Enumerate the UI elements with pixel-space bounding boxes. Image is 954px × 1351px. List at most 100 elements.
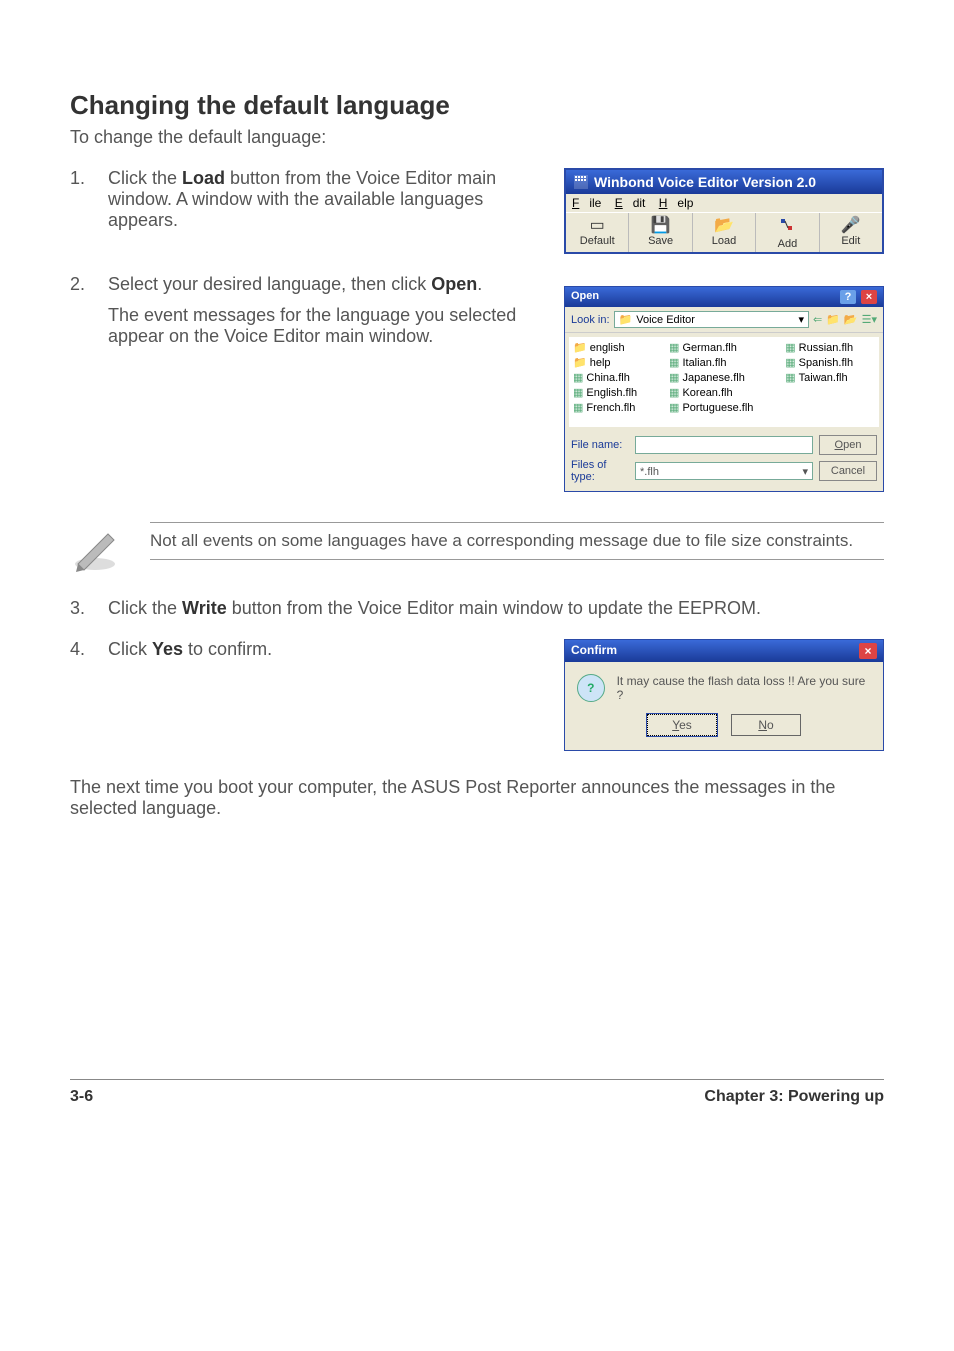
look-in-value: Voice Editor — [636, 314, 695, 326]
list-item[interactable]: ▦Spanish.flh — [785, 356, 875, 369]
file-icon: ▦ — [669, 386, 679, 399]
step-number: 3. — [70, 598, 108, 619]
list-item[interactable]: ▦Japanese.flh — [669, 371, 775, 384]
yes-keyword: Yes — [152, 639, 183, 659]
list-item[interactable]: ▦Portuguese.flh — [669, 401, 775, 414]
list-item[interactable]: ▦ Taiwan.flh — [785, 371, 875, 384]
intro-text: To change the default language: — [70, 127, 884, 148]
list-item[interactable]: ▦Italian.flh — [669, 356, 775, 369]
step-text: Select your desired language, then click… — [108, 274, 548, 347]
app-icon — [574, 175, 588, 189]
step-paragraph: The event messages for the language you … — [108, 305, 548, 347]
toolbar: ▭Default 💾Save 📂Load Add 🎤Edit — [566, 212, 882, 252]
closing-paragraph: The next time you boot your computer, th… — [70, 777, 884, 819]
list-item[interactable]: ▦Korean.flh — [669, 386, 775, 399]
open-icon: 📂 — [693, 217, 755, 235]
pencil-icon — [70, 522, 120, 572]
file-icon: ▦ — [573, 386, 583, 399]
file-name: Russian.flh — [799, 342, 853, 354]
save-button[interactable]: 💾Save — [629, 213, 692, 252]
file-icon: ▦ — [669, 371, 679, 384]
page-number: 3-6 — [70, 1088, 93, 1106]
load-keyword: Load — [182, 168, 225, 188]
file-icon: ▦ — [573, 401, 583, 414]
label: Default — [580, 235, 615, 247]
confirm-dialog: Confirm × ? It may cause the flash data … — [564, 639, 884, 751]
add-button[interactable]: Add — [756, 213, 819, 252]
list-item[interactable]: 📁english — [573, 341, 659, 354]
help-button[interactable]: ? — [840, 290, 856, 304]
new-folder-icon[interactable]: 📂 — [844, 313, 858, 326]
list-item[interactable]: ▦French.flh — [573, 401, 659, 414]
window-titlebar: Winbond Voice Editor Version 2.0 — [566, 170, 882, 194]
no-button[interactable]: No — [731, 714, 801, 736]
step-number: 2. — [70, 274, 108, 295]
file-name: Taiwan.flh — [799, 372, 848, 384]
chevron-down-icon: ▾ — [802, 463, 808, 479]
close-button[interactable]: × — [859, 643, 877, 659]
file-name: Portuguese.flh — [682, 402, 753, 414]
files-of-type-value: *.flh — [640, 463, 659, 479]
step-number: 4. — [70, 639, 108, 660]
folder-icon: 📁 — [573, 356, 587, 369]
file-icon: ▦ — [669, 356, 679, 369]
text: Click the — [108, 598, 182, 618]
close-button[interactable]: × — [861, 290, 877, 304]
file-name: Japanese.flh — [682, 372, 744, 384]
question-icon: ? — [577, 674, 605, 702]
open-button[interactable]: Open — [819, 435, 877, 455]
look-in-combo[interactable]: 📁 Voice Editor ▾ — [614, 311, 809, 328]
dialog-titlebar: Open ? × — [565, 287, 883, 307]
new-icon: ▭ — [566, 217, 628, 235]
menubar: File Edit Help — [566, 194, 882, 212]
confirm-message: It may cause the flash data loss !! Are … — [617, 674, 871, 702]
default-button[interactable]: ▭Default — [566, 213, 629, 252]
write-keyword: Write — [182, 598, 227, 618]
step-text: Click Yes to confirm. — [108, 639, 548, 660]
list-item[interactable]: ▦English.flh — [573, 386, 659, 399]
dialog-title: Open — [571, 290, 599, 304]
cancel-button[interactable]: Cancel — [819, 461, 877, 481]
file-icon: ▦ — [785, 371, 795, 384]
text: . — [477, 274, 482, 294]
file-name: German.flh — [682, 342, 736, 354]
text: to confirm. — [183, 639, 272, 659]
menu-edit[interactable]: Edit — [615, 196, 646, 210]
save-icon: 💾 — [629, 217, 691, 235]
list-item[interactable]: 📁help — [573, 356, 659, 369]
file-name: Italian.flh — [682, 357, 726, 369]
file-name: Korean.flh — [682, 387, 732, 399]
views-icon[interactable]: ☰▾ — [862, 313, 877, 326]
up-icon[interactable]: 📁 — [826, 313, 840, 326]
note-text: Not all events on some languages have a … — [150, 522, 884, 560]
back-icon[interactable]: ⇐ — [813, 313, 822, 326]
menu-help[interactable]: Help — [659, 196, 694, 210]
list-item[interactable]: ▦German.flh — [669, 341, 775, 354]
list-item[interactable]: ▦ Russian.flh — [785, 341, 875, 354]
file-icon: ▦ — [573, 371, 583, 384]
yes-button[interactable]: Yes — [647, 714, 717, 736]
edit-button[interactable]: 🎤Edit — [820, 213, 882, 252]
text: button from the Voice Editor main window… — [227, 598, 761, 618]
text: Select your desired language, then click — [108, 274, 431, 294]
text: Click the — [108, 168, 182, 188]
file-name: English.flh — [586, 387, 637, 399]
file-icon: ▦ — [669, 341, 679, 354]
chapter-label: Chapter 3: Powering up — [704, 1088, 884, 1106]
file-list[interactable]: 📁english 📁help ▦China.flh ▦English.flh ▦… — [569, 337, 879, 427]
folder-icon: 📁 — [619, 313, 633, 326]
add-icon — [756, 217, 818, 238]
look-in-label: Look in: — [571, 314, 610, 326]
load-button[interactable]: 📂Load — [693, 213, 756, 252]
files-of-type-combo[interactable]: *.flh ▾ — [635, 462, 813, 480]
file-name: China.flh — [586, 372, 629, 384]
file-icon: ▦ — [785, 341, 795, 354]
list-item[interactable]: ▦China.flh — [573, 371, 659, 384]
label: Add — [778, 238, 798, 250]
open-keyword: Open — [431, 274, 477, 294]
step-text: Click the Load button from the Voice Edi… — [108, 168, 548, 231]
menu-file[interactable]: File — [572, 196, 601, 210]
file-name-input[interactable] — [635, 436, 813, 454]
files-of-type-label: Files of type: — [571, 459, 629, 483]
folder-icon: 📁 — [573, 341, 587, 354]
